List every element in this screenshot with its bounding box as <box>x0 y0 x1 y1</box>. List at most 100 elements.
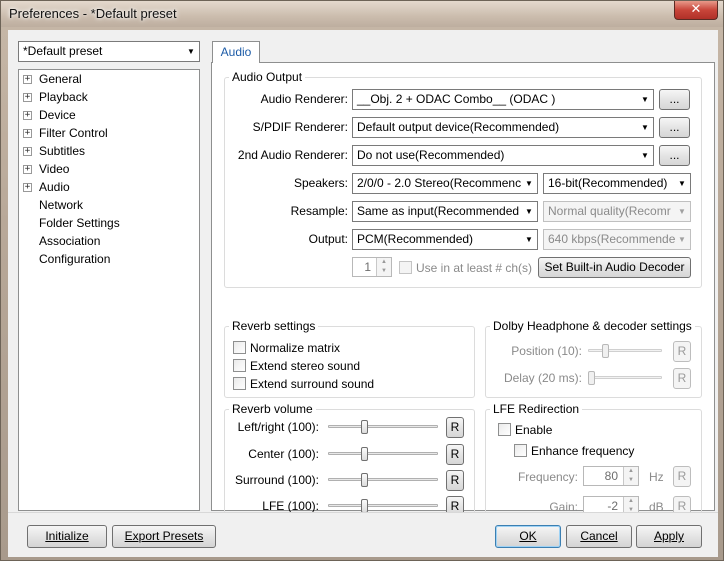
dolby-position-label: Position (10): <box>511 344 582 358</box>
dolby-position-reset-button[interactable]: R <box>673 341 691 362</box>
tree-item-device[interactable]: + Device <box>23 106 76 124</box>
chevron-down-icon: ▼ <box>641 95 649 104</box>
expand-plus-icon[interactable]: + <box>23 74 32 84</box>
tree-item-label: Filter Control <box>39 126 108 140</box>
channels-spinner[interactable]: 1 ▲ ▼ <box>352 257 392 277</box>
expand-plus-icon[interactable]: + <box>23 164 32 174</box>
gain-value: -2 <box>607 499 618 513</box>
expand-plus-icon[interactable]: + <box>23 110 32 120</box>
chevron-down-icon: ▼ <box>641 151 649 160</box>
second-renderer-browse-button[interactable]: ... <box>659 145 690 166</box>
tree-item-label: Audio <box>39 180 70 194</box>
close-icon: ✕ <box>690 2 702 17</box>
expand-plus-icon[interactable]: + <box>23 128 32 138</box>
dolby-delay-slider[interactable] <box>588 376 662 379</box>
chevron-down-icon: ▼ <box>641 123 649 132</box>
tree-item-association[interactable]: Association <box>23 232 100 250</box>
extend-stereo-checkbox[interactable] <box>233 359 246 372</box>
window-title: Preferences - *Default preset <box>9 6 177 21</box>
tree-item-folder-settings[interactable]: Folder Settings <box>23 214 120 232</box>
spdif-renderer-select[interactable]: Default output device(Recommended) ▼ <box>352 117 654 138</box>
center-slider[interactable] <box>328 452 438 455</box>
lfe-enable-checkbox[interactable] <box>498 423 511 436</box>
expand-plus-icon[interactable]: + <box>23 92 32 102</box>
tree-item-label: Network <box>39 198 84 212</box>
surround-reset-button[interactable]: R <box>446 470 464 491</box>
resample-select[interactable]: Same as input(Recommended ▼ <box>352 201 538 222</box>
tree-item-label: General <box>39 72 82 86</box>
export-presets-button[interactable]: Export Presets <box>112 525 216 548</box>
tree-item-audio[interactable]: + Audio <box>23 178 70 196</box>
audio-renderer-browse-button[interactable]: ... <box>659 89 690 110</box>
output-label: Output: <box>308 232 348 246</box>
apply-button-label: Apply <box>653 529 685 543</box>
tree-item-video[interactable]: + Video <box>23 160 69 178</box>
lfe-enable-label: Enable <box>515 423 553 437</box>
audio-tab-panel: Audio Output Audio Renderer: __Obj. 2 + … <box>211 62 715 524</box>
chevron-down-icon: ▼ <box>525 235 533 244</box>
tree-item-general[interactable]: + General <box>23 70 82 88</box>
expand-plus-icon[interactable]: + <box>23 146 32 156</box>
center-slider-thumb[interactable] <box>361 447 369 461</box>
left-right-slider[interactable] <box>328 425 438 428</box>
close-button[interactable]: ✕ <box>674 1 718 20</box>
audio-renderer-value: __Obj. 2 + ODAC Combo__ (ODAC ) <box>357 92 556 106</box>
output-select[interactable]: PCM(Recommended) ▼ <box>352 229 538 250</box>
tree-item-label: Video <box>39 162 70 176</box>
apply-button[interactable]: Apply <box>636 525 702 548</box>
use-in-channels-checkbox[interactable] <box>399 261 412 274</box>
extend-surround-checkbox[interactable] <box>233 377 246 390</box>
preset-select-value: *Default preset <box>23 44 103 58</box>
bitrate-value: 640 kbps(Recommende <box>548 232 676 246</box>
surround-slider-thumb[interactable] <box>361 473 369 487</box>
ok-button-label: OK <box>519 529 537 543</box>
dolby-delay-reset-button[interactable]: R <box>673 368 691 389</box>
left-right-reset-button[interactable]: R <box>446 417 464 438</box>
lfe-volume-slider-thumb[interactable] <box>361 499 369 513</box>
tree-item-configuration[interactable]: Configuration <box>23 250 110 268</box>
cancel-button[interactable]: Cancel <box>566 525 632 548</box>
reverb-volume-title: Reverb volume <box>229 402 316 416</box>
spdif-renderer-label: S/PDIF Renderer: <box>252 120 348 134</box>
tab-audio[interactable]: Audio <box>212 41 260 63</box>
spdif-renderer-browse-button[interactable]: ... <box>659 117 690 138</box>
title-bar[interactable]: Preferences - *Default preset ✕ <box>1 1 723 27</box>
speakers-select[interactable]: 2/0/0 - 2.0 Stereo(Recommenc ▼ <box>352 173 538 194</box>
expand-plus-icon[interactable]: + <box>23 182 32 192</box>
preset-select[interactable]: *Default preset ▼ <box>18 41 200 62</box>
lfe-volume-slider[interactable] <box>328 504 438 507</box>
surround-slider[interactable] <box>328 478 438 481</box>
resample-quality-select[interactable]: Normal quality(Recomr ▼ <box>543 201 691 222</box>
tree-item-label: Playback <box>39 90 88 104</box>
second-renderer-select[interactable]: Do not use(Recommended) ▼ <box>352 145 654 166</box>
tree-item-subtitles[interactable]: + Subtitles <box>23 142 85 160</box>
initialize-button[interactable]: Initialize <box>27 525 107 548</box>
enhance-frequency-label: Enhance frequency <box>531 444 635 458</box>
dolby-delay-slider-thumb[interactable] <box>588 371 596 385</box>
frequency-reset-button[interactable]: R <box>673 466 691 487</box>
ok-button[interactable]: OK <box>495 525 561 548</box>
output-value: PCM(Recommended) <box>357 232 474 246</box>
spinner-arrows-icon[interactable]: ▲ ▼ <box>376 258 391 276</box>
set-builtin-decoder-button[interactable]: Set Built-in Audio Decoder <box>538 257 691 278</box>
resample-label: Resample: <box>290 204 348 218</box>
normalize-matrix-checkbox[interactable] <box>233 341 246 354</box>
center-reset-button[interactable]: R <box>446 444 464 465</box>
bitrate-select[interactable]: 640 kbps(Recommende ▼ <box>543 229 691 250</box>
dolby-position-slider[interactable] <box>588 349 662 352</box>
normalize-matrix-label: Normalize matrix <box>250 341 341 355</box>
bit-depth-select[interactable]: 16-bit(Recommended) ▼ <box>543 173 691 194</box>
tree-item-network[interactable]: Network <box>23 196 83 214</box>
frequency-spinner[interactable]: 80 ▲ ▼ <box>583 466 639 486</box>
frequency-label: Frequency: <box>517 470 578 484</box>
left-right-slider-thumb[interactable] <box>361 420 369 434</box>
spinner-arrows-icon[interactable]: ▲ ▼ <box>623 467 638 485</box>
enhance-frequency-checkbox[interactable] <box>514 444 527 457</box>
tree-item-label: Configuration <box>39 252 111 266</box>
tree-item-filter-control[interactable]: + Filter Control <box>23 124 108 142</box>
dolby-position-slider-thumb[interactable] <box>602 344 610 358</box>
dolby-settings-title: Dolby Headphone & decoder settings <box>490 319 695 333</box>
lfe-redirection-title: LFE Redirection <box>490 402 583 416</box>
audio-renderer-select[interactable]: __Obj. 2 + ODAC Combo__ (ODAC ) ▼ <box>352 89 654 110</box>
tree-item-playback[interactable]: + Playback <box>23 88 88 106</box>
